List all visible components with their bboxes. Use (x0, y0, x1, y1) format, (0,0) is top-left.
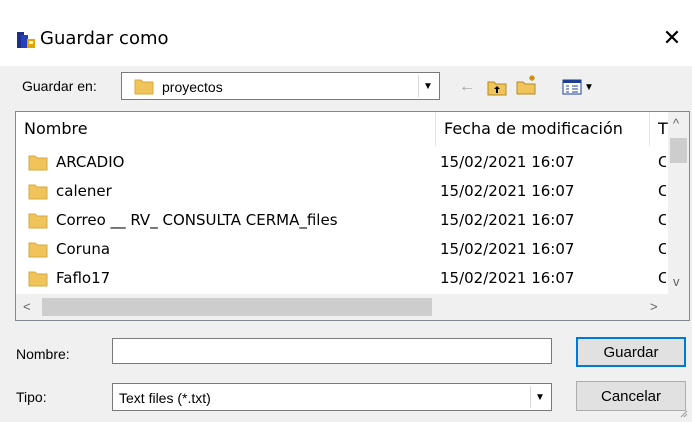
column-header-date[interactable]: Fecha de modificación (436, 112, 650, 146)
back-icon[interactable]: ← (456, 76, 478, 98)
folder-icon (28, 213, 48, 229)
list-item[interactable]: ARCADIO 15/02/2021 16:07 C (16, 148, 666, 177)
save-in-label: Guardar en: (22, 78, 97, 94)
vertical-scroll-thumb[interactable] (670, 138, 687, 163)
file-type: C (658, 153, 666, 171)
file-type-combo[interactable]: Text files (*.txt) ▼ (112, 383, 552, 411)
file-date: 15/02/2021 16:07 (440, 182, 575, 200)
folder-icon (134, 79, 154, 95)
save-as-app-icon (17, 32, 35, 48)
scroll-down-icon[interactable]: v (673, 274, 680, 289)
title-bar: Guardar como ✕ (0, 6, 692, 66)
file-name: Faflo17 (56, 269, 111, 287)
close-icon[interactable]: ✕ (658, 24, 686, 52)
file-name-label: Nombre: (16, 346, 70, 362)
window-title: Guardar como (40, 28, 169, 49)
column-header-name[interactable]: Nombre (16, 112, 436, 146)
list-item[interactable]: calener 15/02/2021 16:07 C (16, 177, 666, 206)
up-folder-icon[interactable] (486, 76, 508, 98)
file-date: 15/02/2021 16:07 (440, 240, 575, 258)
file-type: C (658, 182, 666, 200)
list-item[interactable]: Faflo17 15/02/2021 16:07 C (16, 264, 666, 293)
file-type-label: Tipo: (16, 389, 47, 405)
view-menu-icon[interactable]: ▼ (558, 76, 598, 98)
file-name-field[interactable] (112, 338, 552, 364)
folder-icon (28, 271, 48, 287)
file-type: C (658, 240, 666, 258)
folder-icon (28, 184, 48, 200)
file-date: 15/02/2021 16:07 (440, 211, 575, 229)
new-folder-icon[interactable] (516, 74, 538, 96)
resize-grip-icon[interactable] (680, 410, 688, 418)
scroll-left-icon[interactable]: < (23, 299, 31, 314)
save-in-combo[interactable]: proyectos ▼ (121, 72, 440, 100)
column-header-type[interactable]: T (650, 112, 670, 146)
chevron-down-icon[interactable]: ▼ (530, 386, 549, 408)
file-type: C (658, 269, 666, 287)
scroll-right-icon[interactable]: > (650, 299, 658, 314)
file-date: 15/02/2021 16:07 (440, 153, 575, 171)
file-date: 15/02/2021 16:07 (440, 269, 575, 287)
file-name: calener (56, 182, 112, 200)
vertical-scrollbar[interactable]: ^ v (668, 112, 689, 294)
file-type-value: Text files (*.txt) (119, 390, 211, 406)
save-button[interactable]: Guardar (576, 337, 686, 367)
list-item[interactable]: Coruna 15/02/2021 16:07 C (16, 235, 666, 264)
file-name: Coruna (56, 240, 111, 258)
folder-icon (28, 242, 48, 258)
file-type: C (658, 211, 666, 229)
horizontal-scrollbar[interactable]: < > (16, 294, 669, 320)
scroll-corner (668, 294, 689, 320)
chevron-down-icon[interactable]: ▼ (418, 75, 437, 97)
file-name: ARCADIO (56, 153, 125, 171)
file-list[interactable]: Nombre Fecha de modificación T ARCADIO 1… (15, 111, 690, 321)
list-item[interactable]: Correo __ RV_ CONSULTA CERMA_files 15/02… (16, 206, 666, 235)
scroll-up-icon[interactable]: ^ (673, 116, 679, 131)
save-in-value: proyectos (162, 79, 223, 95)
horizontal-scroll-thumb[interactable] (42, 298, 432, 316)
file-name: Correo __ RV_ CONSULTA CERMA_files (56, 211, 338, 229)
folder-icon (28, 155, 48, 171)
cancel-button[interactable]: Cancelar (576, 381, 686, 411)
